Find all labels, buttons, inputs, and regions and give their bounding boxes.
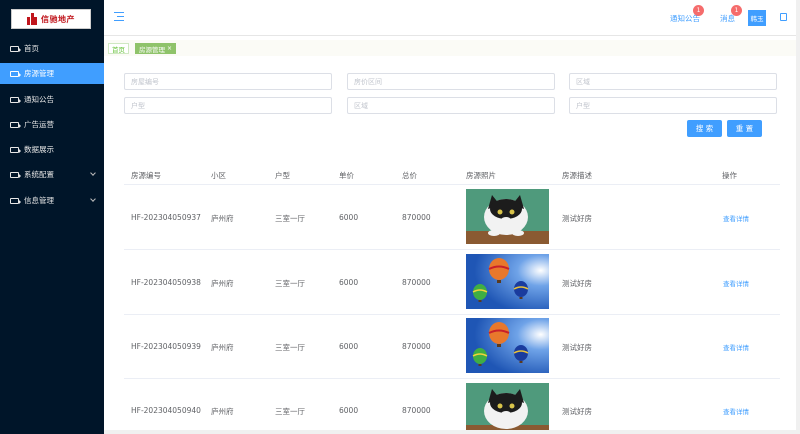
cell-layout: 三室一厅 [275,279,305,288]
cell-community: 庐州府 [211,214,234,223]
cell-community: 庐州府 [211,279,234,288]
top-bar: 通知公告 1 消息 1 韩玉 [104,0,796,36]
balloons-photo [466,254,549,309]
cell-description: 测试好房 [562,279,592,288]
logo-mark-icon [27,13,37,25]
column-header-photo: 房源照片 [466,171,496,180]
cell-description: 测试好房 [562,214,592,223]
sidebar-item-system[interactable]: 系统配置 [0,164,104,185]
sidebar-item-notice[interactable]: 通知公告 [0,89,104,110]
video-icon [10,197,21,204]
cell-id: HF-202304050937 [131,213,201,222]
column-header-layout: 户型 [275,171,290,180]
layout-input-2[interactable] [569,97,777,114]
area-input[interactable] [569,73,777,90]
cell-total-price: 870000 [402,213,431,222]
video-icon [10,45,21,52]
area-input-2[interactable] [347,97,555,114]
cell-layout: 三室一厅 [275,407,305,416]
vertical-scrollbar[interactable] [796,0,800,434]
chevron-down-icon [90,170,96,176]
column-header-total-price: 总价 [402,171,417,180]
column-header-action: 操作 [722,171,737,180]
house-id-input[interactable] [124,73,332,90]
cell-description: 测试好房 [562,407,592,416]
cat-photo [466,383,549,430]
message-badge: 1 [731,5,742,16]
sidebar-item-data[interactable]: 数据展示 [0,139,104,160]
cat-photo [466,189,549,244]
view-details-link[interactable]: 查看详情 [723,406,749,416]
notice-badge: 1 [693,5,704,16]
user-avatar-button[interactable]: 韩玉 [748,10,766,26]
video-icon [10,171,21,178]
cell-id: HF-202304050940 [131,406,201,415]
column-header-unit-price: 单价 [339,171,354,180]
sidebar-item-label: 通知公告 [24,95,54,104]
balloons-photo [466,318,549,373]
sidebar: 信驰地产 首页 房源管理 通知公告 广告运营 数据展示 系统配置 信息管理 [0,0,104,434]
menu-toggle-icon[interactable] [114,12,124,22]
cell-unit-price: 6000 [339,342,359,351]
tags-bar: 首页 房源管理 × [104,40,796,56]
sidebar-item-label: 系统配置 [24,170,54,179]
cell-total-price: 870000 [402,406,431,415]
reset-button[interactable]: 重 置 [727,120,762,137]
tag-property[interactable]: 房源管理 × [135,43,177,54]
layout-input[interactable] [124,97,332,114]
cell-total-price: 870000 [402,342,431,351]
logo-text: 信驰地产 [41,14,75,24]
cell-description: 测试好房 [562,343,592,352]
row-divider [124,314,780,315]
cell-id: HF-202304050938 [131,278,201,287]
video-icon [10,121,21,128]
search-button[interactable]: 搜 索 [687,120,722,137]
sidebar-item-label: 信息管理 [24,196,54,205]
cell-layout: 三室一厅 [275,214,305,223]
column-header-community: 小区 [211,171,226,180]
sidebar-item-home[interactable]: 首页 [0,38,104,59]
settings-icon[interactable] [780,13,787,21]
row-divider [124,378,780,379]
cell-unit-price: 6000 [339,213,359,222]
cell-unit-price: 6000 [339,406,359,415]
cell-unit-price: 6000 [339,278,359,287]
view-details-link[interactable]: 查看详情 [723,213,749,223]
row-divider [124,249,780,250]
sidebar-item-property[interactable]: 房源管理 [0,63,104,84]
video-icon [10,96,21,103]
sidebar-item-ads[interactable]: 广告运营 [0,114,104,135]
company-logo[interactable]: 信驰地产 [11,9,91,29]
tag-home[interactable]: 首页 [108,43,129,54]
chevron-down-icon [90,196,96,202]
view-details-link[interactable]: 查看详情 [723,342,749,352]
video-icon [10,146,21,153]
view-details-link[interactable]: 查看详情 [723,278,749,288]
horizontal-scrollbar[interactable] [104,430,796,434]
column-header-description: 房源描述 [562,171,592,180]
cell-total-price: 870000 [402,278,431,287]
sidebar-item-info[interactable]: 信息管理 [0,190,104,211]
cell-community: 庐州府 [211,407,234,416]
video-icon [10,70,21,77]
cell-community: 庐州府 [211,343,234,352]
sidebar-item-label: 房源管理 [24,69,54,78]
sidebar-item-label: 首页 [24,44,39,53]
column-header-id: 房源编号 [131,171,161,180]
cell-id: HF-202304050939 [131,342,201,351]
close-icon[interactable]: × [167,45,172,52]
cell-layout: 三室一厅 [275,343,305,352]
price-range-input[interactable] [347,73,555,90]
sidebar-item-label: 广告运营 [24,120,54,129]
sidebar-item-label: 数据展示 [24,145,54,154]
tag-label: 房源管理 [139,45,165,54]
header-divider [124,184,780,185]
